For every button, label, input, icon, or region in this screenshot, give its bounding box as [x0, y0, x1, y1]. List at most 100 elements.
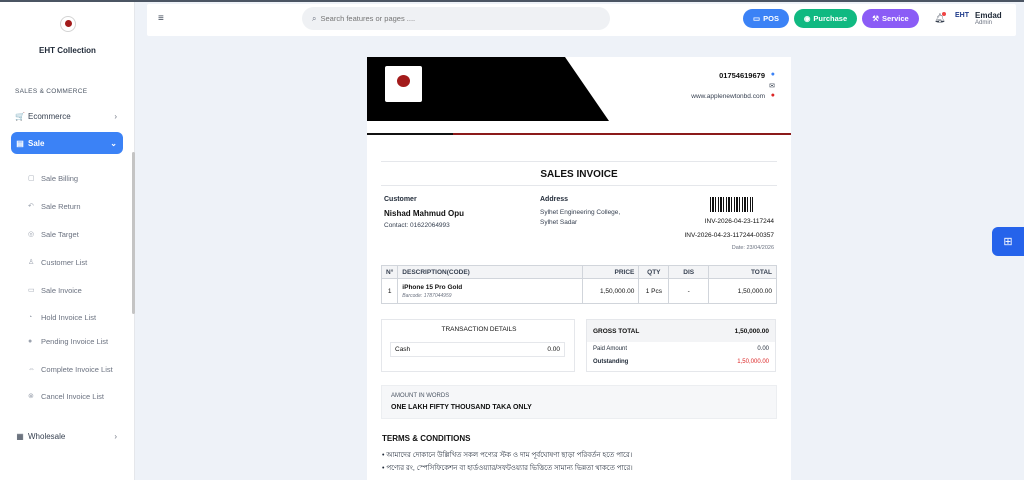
gross-total-label: GROSS TOTAL — [593, 327, 640, 335]
subitem-label: Hold Invoice List — [41, 313, 97, 322]
subitem-label: Sale Billing — [41, 174, 79, 183]
pos-button[interactable]: ▭ POS — [743, 9, 789, 28]
search-bar[interactable]: ⌕ — [302, 7, 610, 30]
service-button[interactable]: ⚒ Service — [862, 9, 919, 28]
brand[interactable]: EHT Collection — [0, 16, 135, 55]
subitem-complete-invoice-list[interactable]: ⇔ Complete Invoice List — [28, 365, 118, 374]
subitem-sale-invoice[interactable]: ▭ Sale Invoice — [28, 286, 118, 295]
search-icon: ⌕ — [312, 13, 317, 23]
subitem-label: Sale Return — [41, 202, 81, 211]
sidebar-item-sale[interactable]: ▤ Sale ⌄ — [11, 132, 123, 154]
purchase-button-label: Purchase — [813, 14, 848, 23]
amount-in-words-box: AMOUNT IN WORDS ONE LAKH FIFTY THOUSAND … — [381, 385, 777, 419]
col-qty: QTY — [638, 265, 670, 279]
invoice-banner — [367, 57, 609, 121]
barcode-text: INV-2026-04-23-117244 — [704, 218, 774, 225]
col-dis: DIS — [668, 265, 710, 279]
customer-name: Nishad Mahmud Opu — [384, 209, 464, 218]
sidebar-scrollbar[interactable] — [132, 152, 135, 314]
sidebar-item-label: Wholesale — [28, 431, 66, 441]
chevron-right-icon: › — [114, 111, 117, 121]
brand-logo — [59, 16, 76, 32]
divider — [381, 185, 777, 186]
amount-words-label: AMOUNT IN WORDS — [391, 393, 450, 399]
purchase-button[interactable]: ◉ Purchase — [794, 9, 857, 28]
store-phone: 01754619679 — [719, 71, 765, 80]
store-logo — [385, 66, 422, 102]
divider — [381, 161, 777, 162]
document-icon: ▢ — [28, 175, 35, 182]
grid-icon: ⊞ — [1003, 236, 1013, 248]
gross-total-row: GROSS TOTAL 1,50,000.00 — [587, 320, 775, 342]
subitem-sale-return[interactable]: ↶ Sale Return — [28, 202, 118, 211]
item-price: 1,50,000.00 — [582, 278, 640, 304]
paid-row: Paid Amount 0.00 — [593, 346, 769, 352]
phone-icon: ● — [770, 71, 775, 78]
term-line-2: • পণ্যের রং, স্পেসিফিকেশন বা হার্ডওয়্যা… — [382, 465, 633, 472]
subitem-sale-target[interactable]: ◎ Sale Target — [28, 230, 118, 239]
subitem-pending-invoice-list[interactable]: ● Pending Invoice List — [28, 337, 118, 346]
transaction-row: Cash 0.00 — [390, 342, 565, 357]
header-rule-accent — [453, 133, 791, 135]
sidebar-item-label: Ecommerce — [28, 111, 71, 121]
gross-total-value: 1,50,000.00 — [734, 327, 769, 335]
window-top-border — [0, 0, 1024, 2]
monitor-icon: ▭ — [753, 14, 761, 23]
customer-label: Customer — [384, 196, 417, 203]
item-total: 1,50,000.00 — [708, 278, 777, 304]
wrench-icon: ⚒ — [872, 14, 880, 23]
subitem-sale-billing[interactable]: ▢ Sale Billing — [28, 174, 118, 183]
chevron-down-icon: ⌄ — [110, 138, 117, 148]
notification-dot — [942, 12, 946, 16]
address-line-1: Sylhet Engineering College, — [540, 209, 621, 216]
chevron-right-icon: › — [114, 431, 117, 441]
hamburger-menu-icon[interactable]: ≡ — [158, 13, 164, 24]
check-icon: ⇔ — [28, 366, 35, 373]
hourglass-icon: ● — [28, 338, 33, 345]
paid-value: 0.00 — [757, 346, 769, 352]
invoice-icon: ▭ — [28, 287, 35, 294]
invoice-title: SALES INVOICE — [540, 169, 618, 180]
topbar: ≡ ⌕ ▭ POS ◉ Purchase ⚒ Service 🔔︎ EHT Em… — [147, 4, 1016, 36]
subitem-customer-list[interactable]: ♙ Customer List — [28, 258, 118, 267]
transaction-title: TRANSACTION DETAILS — [441, 326, 517, 333]
totals-box: GROSS TOTAL 1,50,000.00 Paid Amount 0.00… — [586, 319, 776, 372]
user-name[interactable]: Emdad — [975, 11, 1002, 20]
outstanding-label: Outstanding — [593, 359, 629, 365]
term-line-1: • আমাদের দোকানে উল্লিখিত সকল পণ্যের স্টক… — [382, 452, 633, 459]
subitem-cancel-invoice-list[interactable]: ⊗ Cancel Invoice List — [28, 392, 118, 401]
cancel-icon: ⊗ — [28, 393, 34, 400]
item-name: iPhone 15 Pro Gold — [402, 283, 463, 291]
paid-label: Paid Amount — [593, 346, 628, 352]
subitem-label: Pending Invoice List — [41, 337, 109, 346]
subitem-label: Sale Invoice — [41, 286, 82, 295]
col-no: N° — [380, 265, 399, 279]
search-input[interactable] — [320, 14, 581, 23]
amount-words: ONE LAKH FIFTY THOUSAND TAKA ONLY — [391, 404, 532, 411]
subitem-label: Sale Target — [41, 230, 79, 239]
service-button-label: Service — [882, 14, 909, 23]
sidebar-item-ecommerce[interactable]: 🛒 Ecommerce › — [11, 105, 123, 127]
address-line-2: Sylhet Sadar — [540, 219, 578, 226]
sidebar-item-wholesale[interactable]: ▦ Wholesale › — [11, 425, 123, 447]
col-price: PRICE — [582, 265, 640, 279]
address-label: Address — [540, 196, 569, 203]
avatar[interactable]: EHT — [955, 12, 969, 19]
outstanding-value: 1,50,000.00 — [737, 359, 769, 365]
subitem-label: Customer List — [41, 258, 88, 267]
customer-contact: Contact: 01622064993 — [384, 222, 450, 229]
transaction-amount: 0.00 — [547, 346, 560, 353]
cart-icon: ◉ — [803, 14, 811, 23]
item-dis: - — [668, 278, 710, 304]
subitem-hold-invoice-list[interactable]: ◔ Hold Invoice List — [28, 313, 118, 322]
grid-menu-button[interactable]: ⊞ — [992, 227, 1024, 256]
user-icon: ♙ — [28, 259, 35, 266]
target-icon: ◎ — [28, 231, 35, 238]
table-header-row: N° DESCRIPTION(CODE) PRICE QTY DIS TOTAL — [380, 265, 777, 279]
pos-button-label: POS — [763, 14, 779, 23]
item-barcode: Barcode: 1787044959 — [402, 292, 452, 299]
subitem-label: Cancel Invoice List — [41, 392, 104, 401]
sidebar: EHT Collection SALES & COMMERCE 🛒 Ecomme… — [0, 2, 135, 480]
invoice-number: INV-2026-04-23-117244-00357 — [684, 232, 774, 239]
outstanding-row: Outstanding 1,50,000.00 — [593, 359, 769, 365]
